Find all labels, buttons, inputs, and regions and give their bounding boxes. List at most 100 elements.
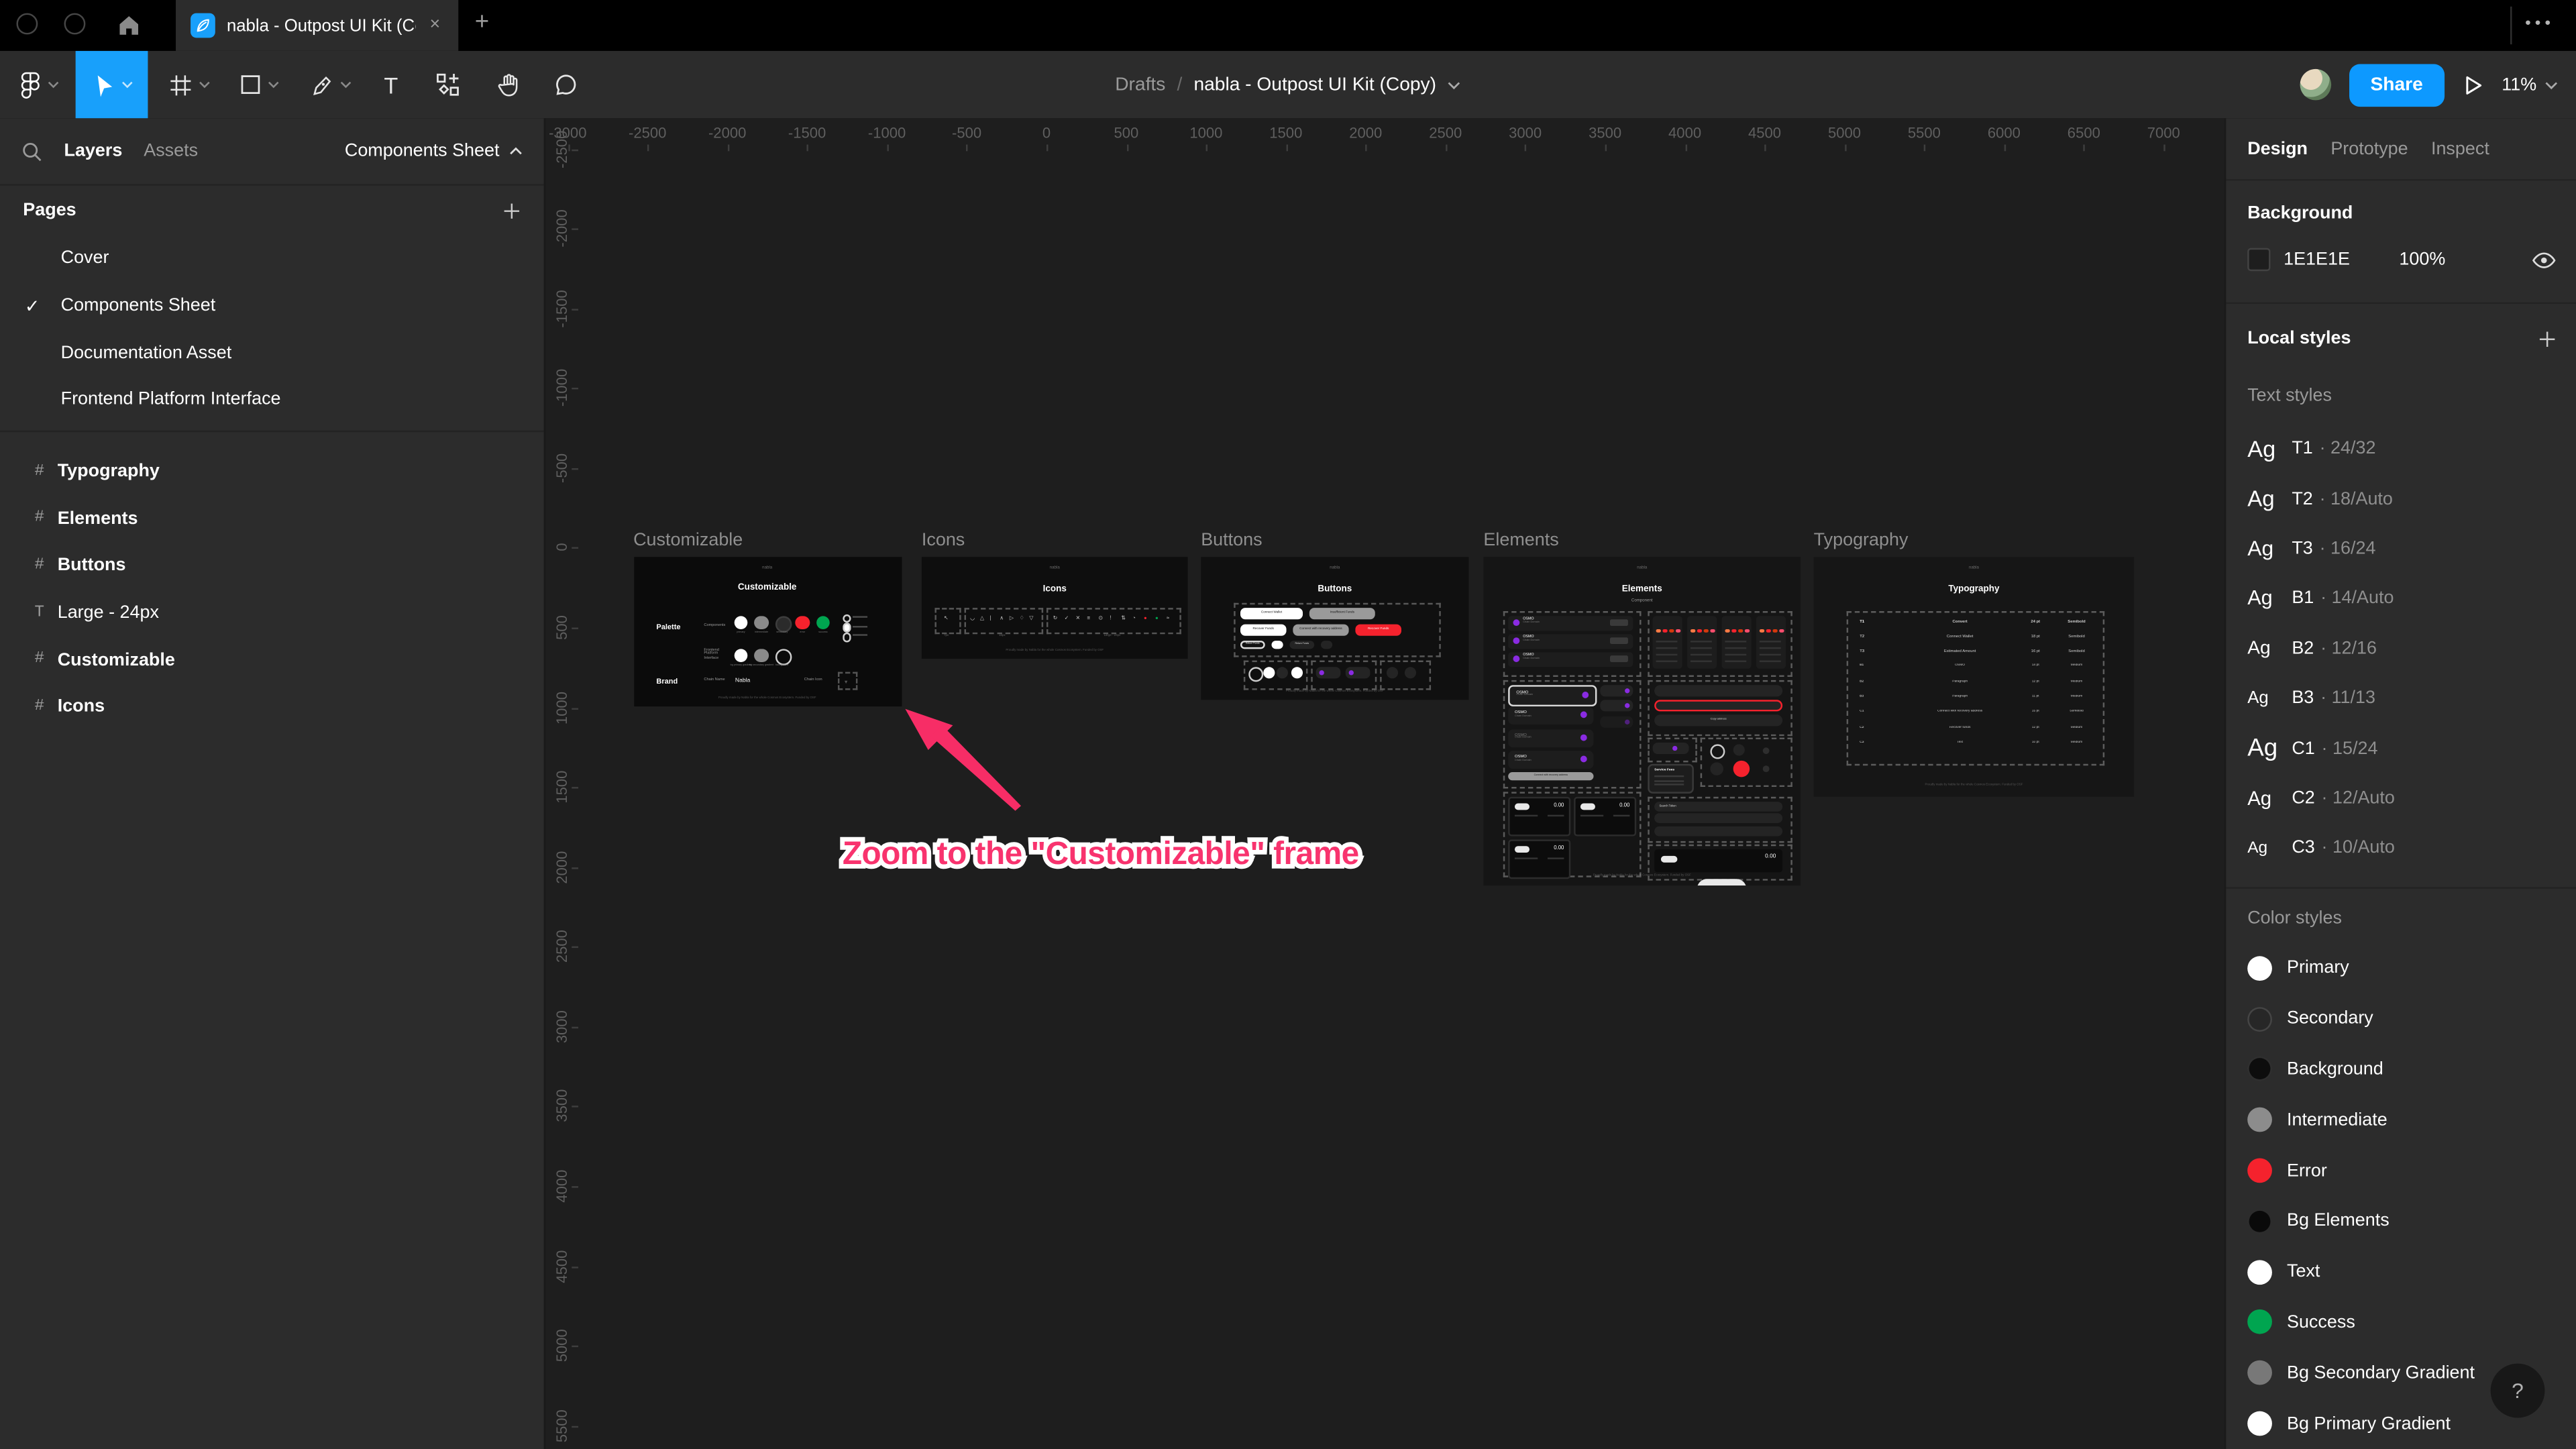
mini-token-name: OSMO	[1523, 617, 1534, 621]
frame-customizable[interactable]: nablaCustomizableProudly made by Nabla f…	[633, 556, 901, 706]
page-name: Components Sheet	[61, 296, 216, 315]
page-item[interactable]: Frontend Platform Interface	[0, 376, 544, 423]
add-page-icon[interactable]	[502, 201, 521, 219]
tab-close-icon[interactable]: ×	[427, 13, 444, 38]
color-style-row[interactable]: Text	[2226, 1246, 2576, 1297]
avatar[interactable]	[2300, 69, 2331, 101]
background-hex[interactable]: 1E1E1E	[2284, 250, 2350, 269]
file-tab[interactable]: nabla - Outpost UI Kit (Copy) ×	[176, 0, 458, 51]
present-play-icon[interactable]	[2463, 73, 2484, 96]
layer-item[interactable]: #Typography	[0, 449, 544, 496]
text-style-row[interactable]: AgT2· 18/Auto	[2226, 474, 2576, 523]
color-swatch	[2247, 1411, 2272, 1436]
text-tool-button[interactable]: T	[374, 51, 407, 118]
share-button[interactable]: Share	[2349, 63, 2445, 106]
page-selector[interactable]: Components Sheet	[345, 142, 523, 161]
home-icon[interactable]	[117, 13, 142, 38]
chevron-down-icon	[121, 80, 132, 89]
frame-elements[interactable]: nablaElementsProudly made by Nabla for t…	[1483, 556, 1801, 885]
frame-tool-button[interactable]	[160, 51, 219, 118]
comment-tool-button[interactable]	[549, 51, 582, 118]
frame-label-icons[interactable]: Icons	[922, 531, 965, 550]
frame-label-elements[interactable]: Elements	[1483, 531, 1558, 550]
frame-label-buttons[interactable]: Buttons	[1201, 531, 1262, 550]
page-item[interactable]: Documentation Asset	[0, 329, 544, 376]
ruler-number: -1500	[788, 125, 826, 141]
frame-icons[interactable]: nablaIconsProudly made by Nabla for the …	[922, 556, 1188, 658]
shape-tool-button[interactable]	[230, 51, 289, 118]
frame-label-customizable[interactable]: Customizable	[633, 531, 743, 550]
mini-palette-dot	[795, 615, 809, 629]
text-style-row[interactable]: AgB3· 11/13	[2226, 674, 2576, 723]
breadcrumb-drafts[interactable]: Drafts	[1115, 74, 1165, 94]
color-style-row[interactable]: Secondary	[2226, 994, 2576, 1044]
layer-item[interactable]: #Customizable	[0, 637, 544, 684]
hand-tool-button[interactable]	[491, 51, 524, 118]
main-menu-button[interactable]	[13, 51, 66, 118]
background-swatch[interactable]	[2247, 248, 2270, 271]
tab-title: nabla - Outpost UI Kit (Copy)	[227, 15, 415, 35]
window-circle-forward[interactable]	[64, 13, 86, 35]
layer-item[interactable]: TLarge - 24px	[0, 590, 544, 637]
text-style-row[interactable]: AgT3· 16/24	[2226, 524, 2576, 574]
mini-chain-icon-box: ▼	[837, 672, 857, 690]
color-style-row[interactable]: Primary	[2226, 943, 2576, 994]
ruler-tick	[1366, 145, 1367, 152]
window-circle-back[interactable]	[16, 13, 38, 35]
color-style-row[interactable]: Intermediate	[2226, 1095, 2576, 1145]
tab-assets[interactable]: Assets	[144, 142, 198, 161]
page-item[interactable]: ✓Components Sheet	[0, 282, 544, 329]
new-tab-button[interactable]: +	[475, 8, 489, 36]
move-tool-button[interactable]	[76, 51, 148, 118]
color-style-row[interactable]: Error	[2226, 1145, 2576, 1195]
frame-buttons[interactable]: nablaButtonsProudly made by Nabla for th…	[1201, 556, 1468, 699]
mini-line	[1725, 640, 1746, 642]
mini-button: Return Funds	[1240, 640, 1265, 648]
ruler-tick	[1286, 145, 1287, 152]
background-opacity[interactable]: 100%	[2399, 250, 2445, 269]
page-item[interactable]: Cover	[0, 235, 544, 282]
pen-tool-button[interactable]	[301, 51, 360, 118]
rectangle-tool-icon	[240, 74, 262, 95]
resources-tool-button[interactable]	[431, 51, 464, 118]
panel-tab-design[interactable]: Design	[2247, 139, 2308, 158]
tab-layers[interactable]: Layers	[64, 142, 123, 161]
color-style-row[interactable]: Bg Elements	[2226, 1196, 2576, 1246]
layer-item[interactable]: #Icons	[0, 684, 544, 731]
frame-typography[interactable]: nablaTypographyProudly made by Nabla for…	[1814, 556, 2135, 796]
color-style-row[interactable]: Success	[2226, 1297, 2576, 1348]
mini-line	[1654, 775, 1684, 777]
color-swatch	[2247, 1006, 2272, 1031]
panel-tab-inspect[interactable]: Inspect	[2431, 139, 2489, 158]
mini-chip	[1515, 803, 1529, 810]
ruler-tick	[572, 707, 578, 708]
mini-chip	[1661, 855, 1677, 862]
layer-item[interactable]: #Buttons	[0, 543, 544, 590]
text-style-row[interactable]: AgB1· 14/Auto	[2226, 574, 2576, 623]
help-button[interactable]: ?	[2491, 1364, 2545, 1418]
text-style-row[interactable]: AgC3· 10/Auto	[2226, 823, 2576, 873]
ruler-number: 2000	[553, 851, 570, 883]
mini-chain-token: OSMO	[1516, 690, 1528, 694]
search-icon[interactable]	[21, 140, 43, 162]
overflow-menu-icon[interactable]: •••	[2525, 15, 2555, 33]
text-style-row[interactable]: AgC1· 15/24	[2226, 723, 2576, 773]
zoom-menu[interactable]: 11%	[2502, 74, 2558, 94]
frame-label-typography[interactable]: Typography	[1814, 531, 1909, 550]
text-style-row[interactable]: AgC2· 12/Auto	[2226, 773, 2576, 823]
color-style-row[interactable]: Background	[2226, 1044, 2576, 1095]
mini-toggle	[1710, 761, 1723, 775]
canvas[interactable]: -3000-2500-2000-1500-1000-50005001000150…	[545, 118, 2224, 1449]
style-name: C1	[2292, 739, 2314, 758]
breadcrumb-filename[interactable]: nabla - Outpost UI Kit (Copy)	[1193, 74, 1436, 94]
layer-item[interactable]: #Elements	[0, 496, 544, 543]
mini-dropdown	[1600, 684, 1633, 696]
mini-line	[1656, 653, 1678, 655]
text-style-row[interactable]: AgT1· 24/32	[2226, 424, 2576, 474]
panel-tab-prototype[interactable]: Prototype	[2330, 139, 2408, 158]
eye-icon[interactable]	[2532, 250, 2557, 268]
add-style-icon[interactable]	[2538, 329, 2557, 347]
mini-balance-card: 0.00	[1654, 849, 1782, 871]
ruler-number: 3000	[1509, 125, 1542, 141]
text-style-row[interactable]: AgB2· 12/16	[2226, 624, 2576, 674]
